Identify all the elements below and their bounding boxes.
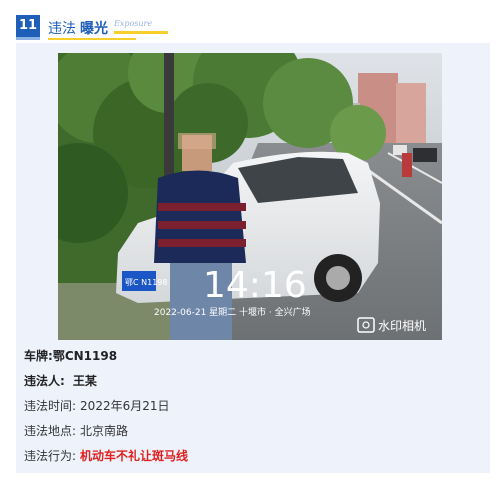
plate-row: 车牌:鄂CN1198 bbox=[24, 347, 117, 364]
photo-time-overlay: 14:16 bbox=[203, 265, 307, 306]
act-row: 违法行为: 机动车不礼让斑马线 bbox=[24, 447, 188, 464]
violator-value: 王某 bbox=[72, 374, 97, 388]
watermark-app-label: 水印相机 bbox=[378, 319, 426, 333]
section-title-english: Exposure bbox=[114, 19, 153, 28]
title-underline bbox=[48, 38, 136, 40]
section-title-part2: 曝光 bbox=[80, 21, 108, 37]
title-en-underline bbox=[114, 31, 168, 34]
violator-row: 违法人: 王某 bbox=[24, 372, 97, 389]
place-label: 违法地点: bbox=[24, 424, 77, 438]
violation-photo: 鄂C N1198 14:16 2022-06-21 星期二 十堰市 · 全兴广场… bbox=[58, 53, 442, 340]
plate-value: 鄂CN1198 bbox=[52, 349, 118, 363]
time-label: 违法时间: bbox=[24, 399, 77, 413]
section-header: 11 违法 曝光 Exposure bbox=[16, 15, 316, 40]
act-label: 违法行为: bbox=[24, 449, 77, 463]
section-title-part1: 违法 bbox=[48, 21, 76, 37]
time-row: 违法时间: 2022年6月21日 bbox=[24, 397, 170, 414]
plate-text-in-photo: 鄂C N1198 bbox=[125, 278, 167, 287]
exposure-card: 鄂C N1198 14:16 2022-06-21 星期二 十堰市 · 全兴广场… bbox=[16, 43, 490, 473]
act-value: 机动车不礼让斑马线 bbox=[80, 449, 189, 463]
time-value: 2022年6月21日 bbox=[80, 399, 170, 413]
violator-label: 违法人: bbox=[24, 374, 65, 388]
place-value: 北京南路 bbox=[80, 424, 129, 438]
place-row: 违法地点: 北京南路 bbox=[24, 422, 128, 439]
section-number-badge: 11 bbox=[16, 15, 40, 40]
street-scene-image: 鄂C N1198 14:16 2022-06-21 星期二 十堰市 · 全兴广场… bbox=[58, 53, 442, 340]
photo-date-location: 2022-06-21 星期二 十堰市 · 全兴广场 bbox=[154, 306, 311, 318]
plate-label: 车牌: bbox=[24, 349, 53, 363]
